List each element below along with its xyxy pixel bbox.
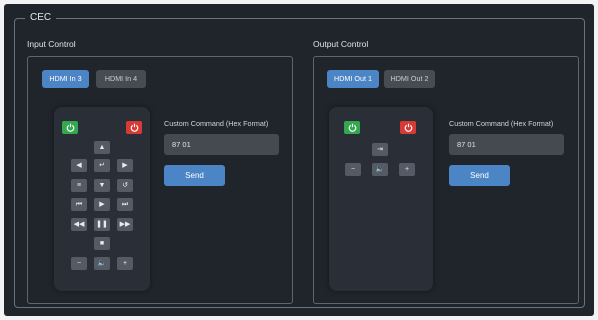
left-button[interactable]: ◀: [71, 159, 87, 172]
send-button[interactable]: Send: [164, 165, 225, 186]
volume-down-button[interactable]: −: [345, 163, 361, 176]
pause-icon: ❚❚: [96, 221, 108, 228]
input-remote: ▲ ◀ ↵ ▶ ≡ ▼ ↺ ⏮ ▶ ⏭ ◀◀ ❚❚ ▶▶ ■ − 🔈 +: [54, 107, 150, 291]
custom-command-label: Custom Command (Hex Format): [164, 119, 269, 128]
cec-app: CEC Input Control HDMI In 3 HDMI In 4 ▲ …: [4, 4, 594, 316]
output-control-panel: HDMI Out 1 HDMI Out 2 ⇥ − 🔈 + Custom Com…: [313, 56, 579, 304]
menu-button[interactable]: ≡: [71, 179, 87, 192]
play-icon: ▶: [99, 201, 105, 208]
stop-button[interactable]: ■: [94, 237, 110, 250]
rewind-button[interactable]: ◀◀: [71, 218, 87, 231]
tab-hdmi-out-1[interactable]: HDMI Out 1: [327, 70, 379, 88]
custom-command-input[interactable]: [449, 134, 564, 155]
volume-up-button[interactable]: +: [117, 257, 133, 270]
power-on-icon: [66, 123, 74, 132]
mute-button[interactable]: 🔈: [372, 163, 388, 176]
custom-command-input[interactable]: [164, 134, 279, 155]
play-button[interactable]: ▶: [94, 198, 110, 211]
up-button[interactable]: ▲: [94, 141, 110, 154]
cec-legend: CEC: [25, 12, 57, 24]
skip-next-button[interactable]: ⏭: [117, 198, 133, 211]
volume-up-button[interactable]: +: [399, 163, 415, 176]
back-button[interactable]: ↺: [117, 179, 133, 192]
arrow-left-icon: ◀: [76, 162, 82, 169]
tab-hdmi-out-2[interactable]: HDMI Out 2: [384, 70, 435, 88]
tab-hdmi-in-3[interactable]: HDMI In 3: [42, 70, 89, 88]
input-source-button[interactable]: ⇥: [372, 143, 388, 156]
skip-previous-icon: ⏮: [75, 201, 83, 208]
stop-icon: ■: [99, 240, 105, 247]
input-source-icon: ⇥: [377, 146, 383, 153]
enter-icon: ↵: [99, 162, 105, 169]
power-on-button[interactable]: [344, 121, 360, 134]
down-button[interactable]: ▼: [94, 179, 110, 192]
plus-icon: +: [122, 260, 128, 267]
pause-button[interactable]: ❚❚: [94, 218, 110, 231]
minus-icon: −: [350, 166, 356, 173]
speaker-icon: 🔈: [97, 260, 107, 267]
rewind-icon: ◀◀: [73, 221, 85, 228]
custom-command-label: Custom Command (Hex Format): [449, 119, 554, 128]
arrow-right-icon: ▶: [122, 162, 128, 169]
fast-forward-icon: ▶▶: [119, 221, 131, 228]
back-icon: ↺: [122, 182, 128, 189]
volume-down-button[interactable]: −: [71, 257, 87, 270]
power-on-button[interactable]: [62, 121, 78, 134]
input-control-panel: HDMI In 3 HDMI In 4 ▲ ◀ ↵ ▶ ≡ ▼ ↺ ⏮ ▶ ⏭: [27, 56, 293, 304]
power-off-button[interactable]: [400, 121, 416, 134]
plus-icon: +: [404, 166, 410, 173]
skip-next-icon: ⏭: [121, 201, 129, 208]
fast-forward-button[interactable]: ▶▶: [117, 218, 133, 231]
power-off-button[interactable]: [126, 121, 142, 134]
cec-fieldset: CEC Input Control HDMI In 3 HDMI In 4 ▲ …: [14, 12, 585, 308]
arrow-down-icon: ▼: [98, 182, 106, 189]
skip-previous-button[interactable]: ⏮: [71, 198, 87, 211]
mute-button[interactable]: 🔈: [94, 257, 110, 270]
input-control-title: Input Control: [27, 39, 76, 49]
menu-icon: ≡: [76, 182, 82, 189]
power-on-icon: [348, 123, 356, 132]
minus-icon: −: [76, 260, 82, 267]
right-button[interactable]: ▶: [117, 159, 133, 172]
speaker-icon: 🔈: [375, 166, 385, 173]
enter-button[interactable]: ↵: [94, 159, 110, 172]
tab-hdmi-in-4[interactable]: HDMI In 4: [96, 70, 146, 88]
output-remote: ⇥ − 🔈 +: [329, 107, 433, 291]
arrow-up-icon: ▲: [98, 144, 106, 151]
output-control-title: Output Control: [313, 39, 369, 49]
send-button[interactable]: Send: [449, 165, 510, 186]
power-off-icon: [404, 123, 412, 132]
power-off-icon: [130, 123, 138, 132]
